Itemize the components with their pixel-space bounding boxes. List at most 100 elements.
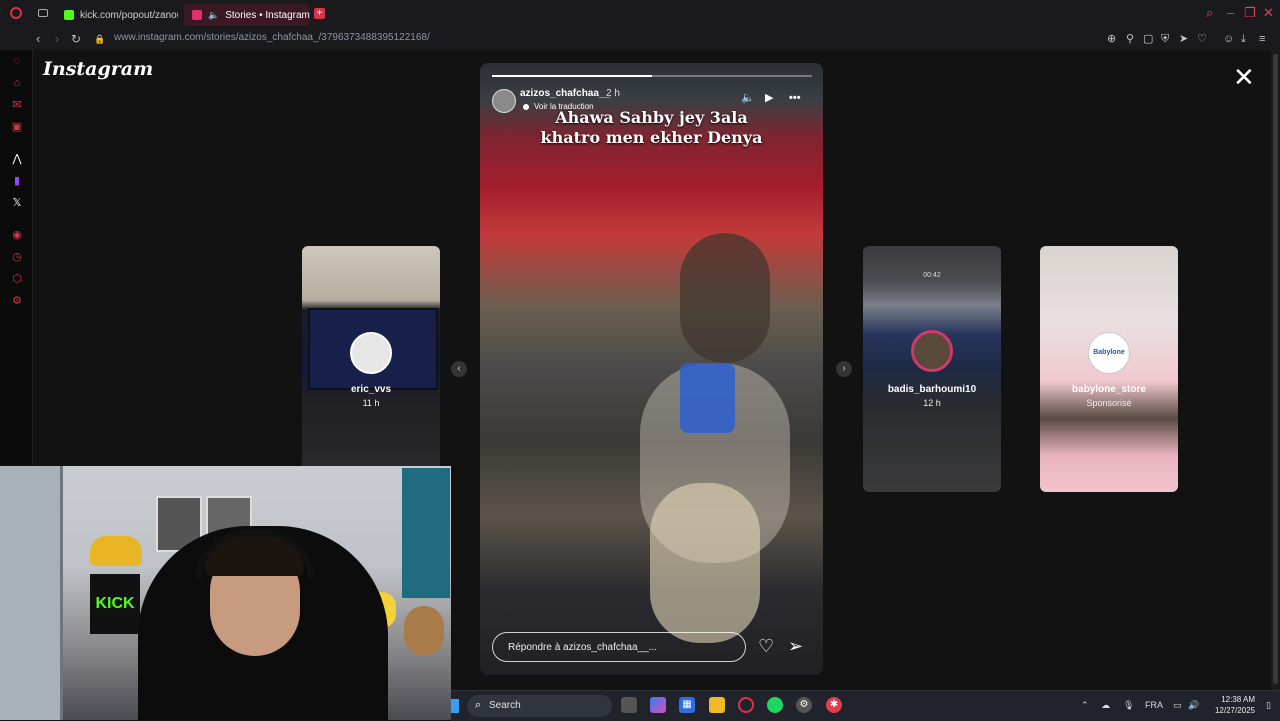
back-icon[interactable]: ‹ <box>36 31 40 47</box>
active-story[interactable]: azizos_chafchaa__ 2 h Voir la traduction… <box>480 63 823 675</box>
speaker-icon[interactable]: 🔈 <box>741 92 755 104</box>
close-window-icon[interactable]: ✕ <box>1263 6 1274 20</box>
webcam-window <box>402 468 450 598</box>
instagram-icon <box>192 10 202 20</box>
story-progress-bar <box>492 75 812 77</box>
previous-story-arrow[interactable]: ‹ <box>451 361 467 377</box>
mic-icon[interactable]: 🎙 <box>1123 699 1134 711</box>
close-story-button[interactable]: ✕ <box>1233 64 1255 90</box>
player-icon[interactable]: ◉ <box>11 229 23 241</box>
search-tabs-icon[interactable]: ⌕ <box>1206 6 1213 20</box>
zoom-icon[interactable]: ⊕ <box>1107 32 1116 46</box>
browser-sidebar: ◌ ⌂ ✉ ▣ ⋀ ▮ 𝕏 ◉ ◷ ⬡ ⚙ <box>0 50 33 465</box>
story-caption-line1: Ahawa Sahby jey 3ala <box>555 108 748 127</box>
clock-time: 12:38 AM <box>1221 695 1255 704</box>
minimize-icon[interactable]: – <box>1227 6 1234 20</box>
tab-kick-label: kick.com/popout/zanoun <box>80 9 178 21</box>
share-icon[interactable]: ➤ <box>1179 32 1188 46</box>
shield-icon[interactable]: ⛨ <box>1161 32 1169 46</box>
new-tab-button[interactable]: + <box>314 8 325 19</box>
kick-icon <box>64 10 74 20</box>
story-caption-line2: khatro men ekher Denya <box>540 128 763 147</box>
windows-start-icon[interactable] <box>451 699 459 713</box>
twitch-icon[interactable]: ▮ <box>11 175 23 187</box>
menu-icon[interactable]: ≡ <box>1259 32 1265 46</box>
story-username[interactable]: azizos_chafchaa__ <box>520 88 610 99</box>
store-icon[interactable]: ▦ <box>679 697 695 713</box>
webcam-wardrobe <box>0 466 63 720</box>
history-icon[interactable]: ◷ <box>11 251 23 263</box>
restore-icon[interactable]: ❐ <box>1244 6 1256 20</box>
address-bar-row: ‹ › ↻ 🔒 www.instagram.com/stories/azizos… <box>0 28 1280 50</box>
spotify-icon[interactable] <box>767 697 783 713</box>
send-icon[interactable]: ➢ <box>788 636 803 656</box>
volume-icon[interactable]: 🔊 <box>1188 699 1199 711</box>
onedrive-icon[interactable]: ☁ <box>1101 699 1110 711</box>
eric-vvs-time: 11 h <box>362 398 380 408</box>
webcam-toy-car <box>90 536 142 566</box>
network-icon[interactable]: ▭ <box>1173 699 1182 711</box>
instagram-sidebar-icon[interactable]: ▣ <box>11 121 23 133</box>
instagram-logo[interactable]: Instagram <box>43 58 153 80</box>
lock-icon: 🔒 <box>94 34 106 44</box>
settings-icon[interactable]: ⚙ <box>11 295 23 307</box>
story-card-badis-barhoumi10[interactable]: 00:42 badis_barhoumi10 12 h <box>863 246 1001 492</box>
settings-taskbar-icon[interactable]: ⚙ <box>796 697 812 713</box>
eric-vvs-name: eric_vvs <box>350 384 392 395</box>
heart-icon[interactable]: ♡ <box>758 636 774 656</box>
opera-menu-icon[interactable] <box>10 7 22 19</box>
dog-blur <box>650 483 760 643</box>
play-icon[interactable]: ▶ <box>765 92 773 104</box>
x-twitter-icon[interactable]: 𝕏 <box>11 197 23 209</box>
story-card-babylone-store[interactable]: Babylone babylone_store Sponsorisé <box>1040 246 1178 492</box>
reload-icon[interactable]: ↻ <box>71 31 81 47</box>
badis-barhoumi10-avatar <box>911 330 953 372</box>
more-icon[interactable]: ••• <box>789 92 801 104</box>
reply-input[interactable]: Répondre à azizos_chafchaa__... <box>492 632 746 662</box>
extensions-icon[interactable]: ⬡ <box>11 273 23 285</box>
sleeve-blur <box>680 363 735 433</box>
clock-date: 12/27/2025 <box>1214 706 1255 715</box>
kick-sidebar-icon[interactable]: ⋀ <box>11 153 23 165</box>
tab-instagram-label: Stories • Instagram <box>225 9 310 21</box>
forward-icon[interactable]: › <box>55 31 59 47</box>
story-time: 2 h <box>606 88 620 99</box>
story-progress-fill <box>492 75 652 77</box>
copilot-icon[interactable] <box>650 697 666 713</box>
eric-vvs-avatar <box>350 332 392 374</box>
webcam-kick-sign: KICK <box>90 574 140 634</box>
tab-kick[interactable]: kick.com/popout/zanoun <box>56 4 178 26</box>
url-field[interactable]: www.instagram.com/stories/azizos_chafcha… <box>114 32 430 43</box>
opera-taskbar-icon[interactable] <box>738 697 754 713</box>
video-overlay-label: 00:42 <box>923 272 941 279</box>
pin-icon[interactable]: ⚲ <box>1126 32 1134 46</box>
speaker-icon: 🔈 <box>208 9 220 20</box>
profile-icon[interactable]: ☺ <box>1223 32 1234 46</box>
sponsored-label: Sponsorisé <box>1086 398 1132 408</box>
shopping-icon[interactable]: ⌂ <box>11 77 23 89</box>
taskbar-search[interactable]: Search <box>467 695 612 717</box>
download-icon[interactable]: ⤓ <box>1241 32 1246 46</box>
search-icon: ⌕ <box>475 699 482 711</box>
tab-instagram[interactable]: 🔈 Stories • Instagram <box>184 4 310 26</box>
file-explorer-icon[interactable] <box>709 697 725 713</box>
scrollbar-thumb[interactable] <box>1273 54 1278 684</box>
messenger-icon[interactable]: ✉ <box>11 99 23 111</box>
webcam-overlay: KICK <box>0 466 451 720</box>
snapshot-icon[interactable]: ▢ <box>1143 32 1153 46</box>
babylone-logo-text: Babylone <box>1093 349 1125 356</box>
babylone-store-name: babylone_store <box>1072 384 1146 395</box>
aria-icon[interactable]: ◌ <box>11 55 23 67</box>
tray-chevron-icon[interactable]: ⌃ <box>1081 699 1089 711</box>
app-red-icon[interactable]: ✱ <box>826 697 842 713</box>
story-card-eric-vvs[interactable]: eric_vvs 11 h <box>302 246 440 492</box>
notification-icon[interactable]: ▯ <box>1266 699 1271 711</box>
next-story-arrow[interactable]: › <box>836 361 852 377</box>
taskbar-clock[interactable]: 12:38 AM 12/27/2025 <box>1211 694 1255 716</box>
heart-icon[interactable]: ♡ <box>1197 32 1207 46</box>
tab-overview-icon[interactable] <box>38 9 48 17</box>
task-view-icon[interactable] <box>621 697 637 713</box>
language-indicator[interactable]: FRA <box>1145 699 1163 711</box>
webcam-plush-bear <box>404 606 444 656</box>
page-scrollbar[interactable] <box>1271 50 1280 690</box>
